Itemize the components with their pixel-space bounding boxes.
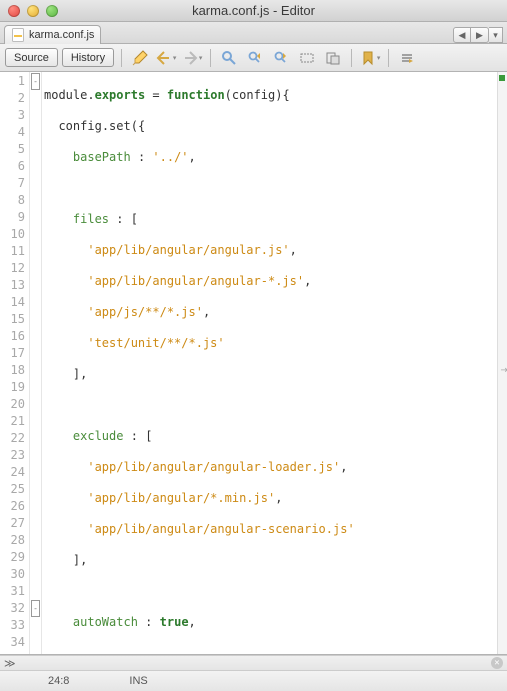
tab-next-button[interactable]: ▶ [471, 27, 489, 43]
code-editor[interactable]: 1234567891011121314151617181920212223242… [0, 72, 507, 655]
fold-toggle-icon[interactable]: - [31, 73, 40, 90]
status-ok-mark [499, 75, 505, 81]
line-number: 28 [0, 532, 29, 549]
line-number: 9 [0, 209, 29, 226]
find-next-icon[interactable] [270, 47, 292, 69]
forward-icon[interactable]: ▾ [181, 47, 203, 69]
line-number: 30 [0, 566, 29, 583]
chevron-down-icon: ▾ [173, 54, 177, 62]
line-number: 2 [0, 90, 29, 107]
toolbar-separator [121, 49, 122, 67]
prev-bookmark-icon[interactable]: ▾ [359, 47, 381, 69]
fold-toggle-icon[interactable]: - [31, 600, 40, 617]
last-edit-icon[interactable] [129, 47, 151, 69]
toolbar-separator [388, 49, 389, 67]
line-number: 7 [0, 175, 29, 192]
line-number: 10 [0, 226, 29, 243]
file-tab[interactable]: karma.conf.js [4, 25, 101, 44]
line-number: 19 [0, 379, 29, 396]
history-view-button[interactable]: History [62, 48, 114, 67]
line-number: 6 [0, 158, 29, 175]
chevron-down-icon: ▾ [199, 54, 203, 62]
line-number: 4 [0, 124, 29, 141]
line-number: 22 [0, 430, 29, 447]
back-icon[interactable]: ▾ [155, 47, 177, 69]
fold-gutter: -- [30, 72, 42, 654]
line-number: 25 [0, 481, 29, 498]
editor-toolbar: Source History ▾ ▾ ▾ [0, 44, 507, 72]
line-number: 21 [0, 413, 29, 430]
window-titlebar: karma.conf.js - Editor [0, 0, 507, 22]
line-number: 18 [0, 362, 29, 379]
file-tab-label: karma.conf.js [29, 29, 94, 41]
toggle-highlight-icon[interactable] [296, 47, 318, 69]
find-selection-icon[interactable] [218, 47, 240, 69]
toolbar-separator [210, 49, 211, 67]
line-number: 27 [0, 515, 29, 532]
source-view-button[interactable]: Source [5, 48, 58, 67]
find-prev-icon[interactable] [244, 47, 266, 69]
toolbar-separator [351, 49, 352, 67]
line-number: 23 [0, 447, 29, 464]
window-title: karma.conf.js - Editor [0, 3, 507, 18]
line-number: 31 [0, 583, 29, 600]
close-icon[interactable]: ✕ [491, 657, 503, 669]
line-number: 32 [0, 600, 29, 617]
shift-line-icon[interactable] [396, 47, 418, 69]
line-number: 12 [0, 260, 29, 277]
command-line[interactable]: ≫ ✕ [0, 655, 507, 671]
line-number: 1 [0, 73, 29, 90]
line-number: 34 [0, 634, 29, 651]
line-number: 5 [0, 141, 29, 158]
tab-nav: ◀ ▶ ▾ [453, 27, 507, 43]
line-number: 20 [0, 396, 29, 413]
tab-list-button[interactable]: ▾ [489, 27, 503, 43]
status-bar: 24:8 INS [0, 671, 507, 691]
line-number: 17 [0, 345, 29, 362]
tab-prev-button[interactable]: ◀ [453, 27, 471, 43]
line-number: 8 [0, 192, 29, 209]
prompt-icon: ≫ [4, 657, 16, 670]
line-number: 14 [0, 294, 29, 311]
code-area[interactable]: module.exports = function(config){ confi… [42, 72, 507, 654]
line-number: 3 [0, 107, 29, 124]
insert-mode-indicator: INS [129, 675, 147, 687]
chevron-down-icon: ▾ [377, 54, 381, 62]
cursor-position: 24:8 [48, 675, 69, 687]
line-number: 11 [0, 243, 29, 260]
line-number: 16 [0, 328, 29, 345]
line-number: 15 [0, 311, 29, 328]
line-number: 33 [0, 617, 29, 634]
line-number-gutter: 1234567891011121314151617181920212223242… [0, 72, 30, 654]
side-split-handle[interactable]: ⇥ [501, 363, 507, 377]
toggle-bookmark-icon[interactable] [322, 47, 344, 69]
line-number: 26 [0, 498, 29, 515]
js-file-icon [11, 28, 25, 42]
line-number: 29 [0, 549, 29, 566]
document-tab-bar: karma.conf.js ◀ ▶ ▾ [0, 22, 507, 44]
line-number: 24 [0, 464, 29, 481]
line-number: 13 [0, 277, 29, 294]
